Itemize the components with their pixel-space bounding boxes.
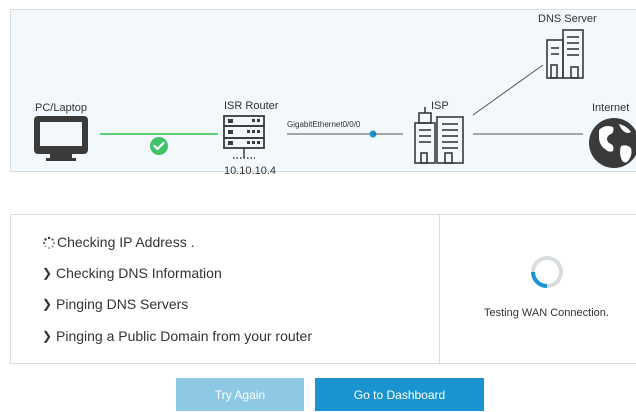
check-ip-address: Checking IP Address . (42, 234, 194, 250)
chevron-right-icon: ❯ (42, 266, 53, 280)
diagnostics-panel: Checking IP Address . ❯ Checking DNS Inf… (10, 214, 636, 364)
checks-list: Checking IP Address . ❯ Checking DNS Inf… (11, 215, 440, 363)
chevron-right-icon: ❯ (42, 329, 53, 343)
spinner-icon (531, 256, 563, 288)
wan-status-text: Testing WAN Connection. (484, 307, 609, 319)
router-icon (223, 115, 265, 159)
pc-label: PC/Laptop (35, 102, 87, 114)
check-ping-public-domain: ❯ Pinging a Public Domain from your rout… (42, 328, 312, 344)
try-again-button[interactable]: Try Again (176, 378, 304, 411)
pc-monitor-icon (34, 116, 88, 161)
internet-label: Internet (592, 102, 630, 114)
router-ip-label: 10.10.10.4 (224, 165, 276, 177)
dns-server-icon (546, 29, 584, 79)
isp-dns-link (472, 64, 544, 116)
check-ping-dns-servers: ❯ Pinging DNS Servers (42, 296, 188, 312)
check-label: Pinging a Public Domain from your router (56, 328, 313, 344)
network-topology: PC/Laptop ISR Router GigabitEthernet0/0/… (10, 9, 636, 177)
interface-label: GigabitEthernet0/0/0 (287, 120, 361, 129)
check-label: Checking DNS Information (56, 265, 222, 281)
check-label: Pinging DNS Servers (56, 296, 189, 312)
isp-label: ISP (431, 100, 449, 112)
globe-icon (589, 118, 636, 168)
isp-building-icon (414, 107, 464, 164)
dns-label: DNS Server (538, 13, 597, 25)
loading-dots-icon (42, 236, 55, 249)
chevron-right-icon: ❯ (42, 297, 53, 311)
check-dns-information: ❯ Checking DNS Information (42, 265, 222, 281)
go-to-dashboard-button[interactable]: Go to Dashboard (315, 378, 484, 411)
wan-test-panel: Testing WAN Connection. (441, 215, 636, 363)
check-label: Checking IP Address . (57, 234, 195, 250)
topology-diagram (34, 29, 636, 168)
check-success-icon (150, 137, 168, 155)
router-label: ISR Router (224, 100, 279, 112)
